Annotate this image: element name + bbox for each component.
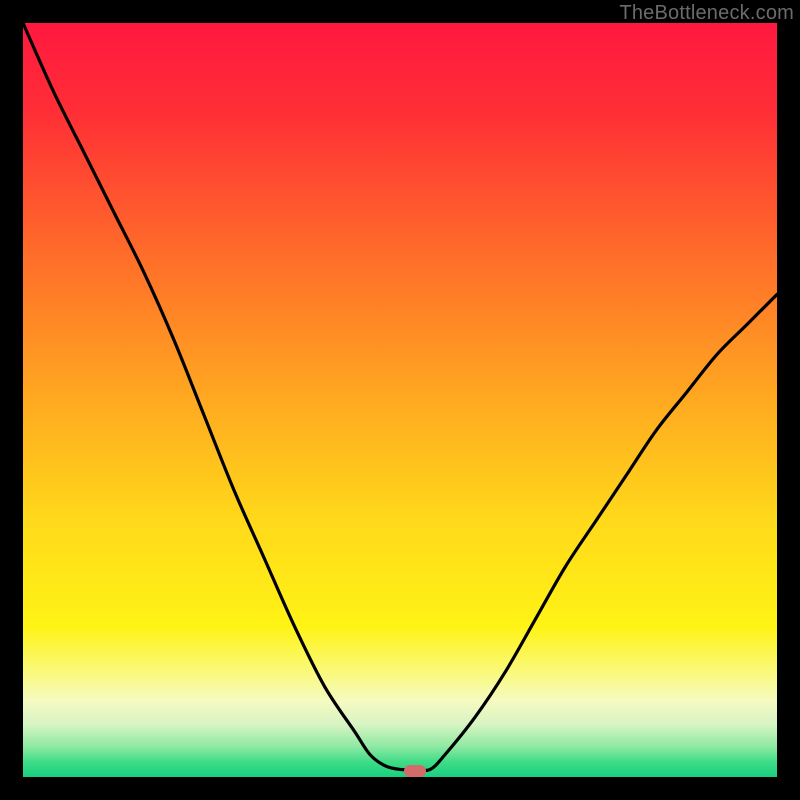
plot-area: [23, 23, 777, 777]
watermark-text: TheBottleneck.com: [619, 2, 794, 25]
bottleneck-curve: [23, 23, 777, 777]
optimal-point-marker: [404, 765, 426, 777]
chart-stage: TheBottleneck.com: [0, 0, 800, 800]
